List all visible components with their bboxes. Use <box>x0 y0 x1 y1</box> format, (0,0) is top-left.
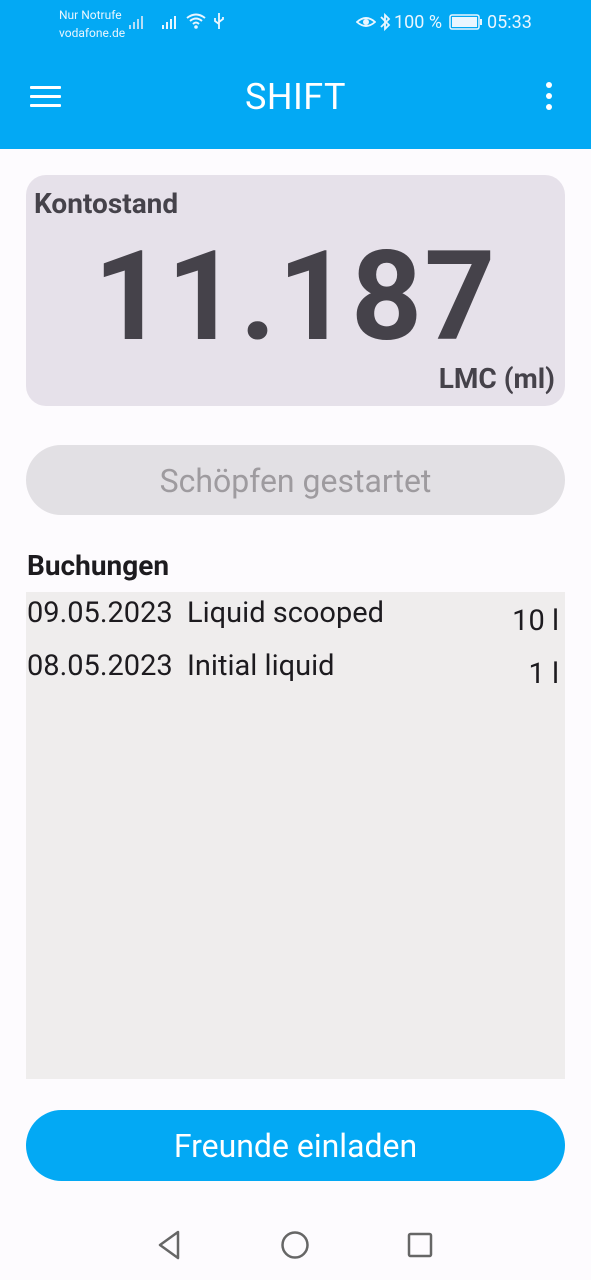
booking-amount: 10 l <box>512 604 559 638</box>
wifi-icon <box>186 13 206 29</box>
booking-amount: 1 l <box>528 657 559 691</box>
balance-unit: LMC (ml) <box>438 362 555 395</box>
invite-friends-button[interactable]: Freunde einladen <box>26 1110 565 1181</box>
signal-icon <box>162 16 176 29</box>
carrier-line-1: Nur Notrufe <box>59 8 122 22</box>
status-bar: Nur Notrufe vodafone.de 100 % 05:33 <box>0 0 591 48</box>
booking-date: 09.05.2023 <box>27 596 173 630</box>
list-item[interactable]: 09.05.2023 Liquid scooped 10 l <box>26 592 565 642</box>
bluetooth-icon <box>380 12 391 32</box>
booking-date: 08.05.2023 <box>27 649 173 683</box>
battery-icon <box>449 14 482 30</box>
app-bar: SHIFT <box>0 48 591 149</box>
booking-description: Liquid scooped <box>187 596 384 630</box>
app-title: SHIFT <box>244 76 347 118</box>
battery-percentage: 100 % <box>394 12 442 33</box>
clock: 05:33 <box>487 12 532 33</box>
more-vertical-icon[interactable] <box>543 82 555 112</box>
home-icon[interactable] <box>274 1224 316 1266</box>
signal-icon <box>129 16 143 29</box>
carrier-info: Nur Notrufe vodafone.de <box>59 6 125 42</box>
bookings-title: Buchungen <box>27 549 170 582</box>
booking-description: Initial liquid <box>187 649 335 683</box>
bookings-list[interactable]: 09.05.2023 Liquid scooped 10 l 08.05.202… <box>26 592 565 1079</box>
balance-value: 11.187 <box>93 225 498 370</box>
recent-apps-icon[interactable] <box>399 1224 441 1266</box>
carrier-line-2: vodafone.de <box>59 26 126 40</box>
usb-icon <box>214 13 224 29</box>
balance-card: Kontostand 11.187 LMC (ml) <box>26 175 565 406</box>
back-icon[interactable] <box>148 1224 190 1266</box>
list-item[interactable]: 08.05.2023 Initial liquid 1 l <box>26 645 565 695</box>
scooping-status-button[interactable]: Schöpfen gestartet <box>26 445 565 515</box>
system-navigation-bar <box>0 1210 591 1280</box>
balance-label: Kontostand <box>34 187 179 220</box>
eye-comfort-icon <box>356 17 376 27</box>
